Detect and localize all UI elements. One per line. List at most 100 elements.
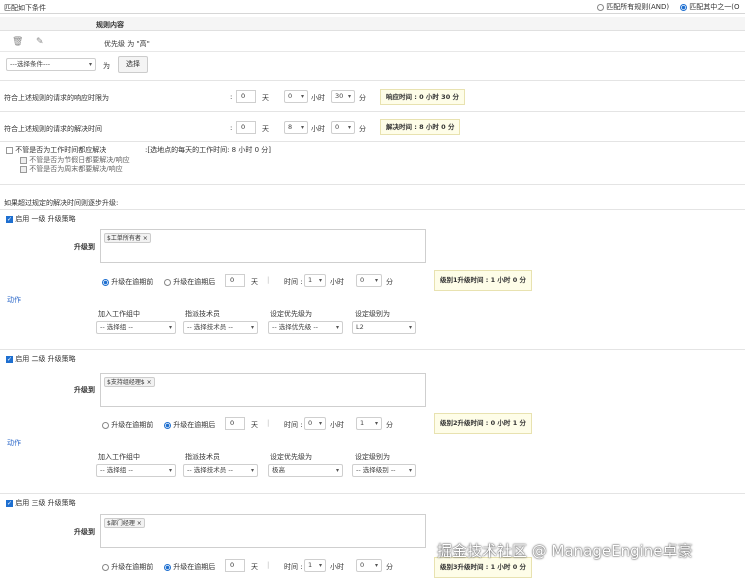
- level2-hours-select[interactable]: 0 ▾: [304, 417, 326, 430]
- match-all-radio[interactable]: [597, 3, 604, 11]
- match-all-option[interactable]: 匹配所有规则(AND): [597, 2, 669, 12]
- response-minutes-value: 30: [335, 92, 344, 100]
- level2-enable-checkbox[interactable]: [6, 355, 13, 363]
- divider: [0, 80, 745, 81]
- match-any-option[interactable]: 匹配其中之一(O: [680, 2, 739, 12]
- level3-hours-unit: 小时: [330, 563, 344, 571]
- level1-hours-value: 1: [308, 276, 313, 284]
- action-link[interactable]: 动作: [7, 438, 21, 448]
- response-label: 符合上述规则的请求的响应时限为: [4, 94, 109, 102]
- level3-before-label: 升级在逾期前: [111, 563, 154, 571]
- level3-minutes-unit: 分: [386, 563, 393, 571]
- level3-before-radio[interactable]: [102, 563, 109, 571]
- level1-after-label: 升级在逾期后: [173, 278, 216, 286]
- level1-days-input[interactable]: 0: [225, 274, 245, 287]
- level1-hours-select[interactable]: 1 ▾: [304, 274, 326, 287]
- level2-minutes-select[interactable]: 1 ▾: [356, 417, 382, 430]
- resolution-hours-select[interactable]: 8 ▾: [284, 121, 308, 134]
- level1-tech-select[interactable]: -- 选择技术员 -- ▾: [183, 321, 258, 334]
- level3-minutes-select[interactable]: 0 ▾: [356, 559, 382, 572]
- level2-enable[interactable]: 启用 二级 升级策略: [6, 354, 76, 364]
- level1-after-option[interactable]: 升级在逾期后: [164, 277, 215, 287]
- ignore-weekends-checkbox[interactable]: [20, 165, 27, 173]
- level1-enable[interactable]: 启用 一级 升级策略: [6, 214, 76, 224]
- resolution-days-input[interactable]: 0: [236, 121, 256, 134]
- level1-recipient-tag: $工单所有者 ×: [104, 233, 151, 243]
- resolution-label: 符合上述规则的请求的解决时间: [4, 125, 102, 133]
- level1-minutes-unit: 分: [386, 278, 393, 286]
- level2-days-unit: 天: [251, 421, 258, 429]
- level2-recipient-box[interactable]: $支持组经理$ ×: [100, 373, 426, 407]
- response-hours-value: 0: [288, 92, 293, 100]
- level1-enable-checkbox[interactable]: [6, 215, 13, 223]
- level2-before-option[interactable]: 升级在逾期前: [102, 420, 153, 430]
- level1-after-radio[interactable]: [164, 278, 171, 286]
- ignore-weekends-option[interactable]: 不管是否为周末都要解决/响应: [20, 164, 123, 174]
- condition-operator: 为: [103, 62, 110, 70]
- level1-recipient-text: $工单所有者: [107, 235, 141, 242]
- level3-recipient-tag: $部门经理 ×: [104, 518, 145, 528]
- edit-icon[interactable]: ✎: [36, 37, 44, 47]
- action-link[interactable]: 动作: [7, 295, 21, 305]
- level2-after-radio[interactable]: [164, 421, 171, 429]
- select-button[interactable]: 选择: [118, 56, 148, 73]
- level3-enable[interactable]: 启用 三级 升级策略: [6, 498, 76, 508]
- level2-days-input[interactable]: 0: [225, 417, 245, 430]
- level1-group-select[interactable]: -- 选择组 -- ▾: [96, 321, 176, 334]
- resolution-minutes-select[interactable]: 0 ▾: [331, 121, 355, 134]
- level2-group-select[interactable]: -- 选择组 -- ▾: [96, 464, 176, 477]
- level3-hours-select[interactable]: 1 ▾: [304, 559, 326, 572]
- rule-text: 优先级 为 "高": [104, 40, 150, 48]
- chevron-down-icon: ▾: [250, 324, 254, 331]
- chevron-down-icon: ▾: [347, 93, 351, 100]
- level3-days-input[interactable]: 0: [225, 559, 245, 572]
- response-minutes-select[interactable]: 30 ▾: [331, 90, 355, 103]
- level2-group-value: -- 选择组 --: [100, 466, 134, 474]
- level1-priority-select[interactable]: -- 选择优先级 -- ▾: [268, 321, 343, 334]
- level1-add-group-label: 加入工作组中: [98, 310, 140, 318]
- close-icon[interactable]: ×: [147, 379, 152, 386]
- response-minutes-unit: 分: [359, 94, 366, 102]
- level3-before-option[interactable]: 升级在逾期前: [102, 562, 153, 572]
- chevron-down-icon: ▾: [318, 420, 322, 427]
- level1-minutes-select[interactable]: 0 ▾: [356, 274, 382, 287]
- level1-before-radio[interactable]: [102, 278, 109, 286]
- level2-set-level-label: 设定级别为: [355, 453, 390, 461]
- level2-after-option[interactable]: 升级在逾期后: [164, 420, 215, 430]
- response-hours-select[interactable]: 0 ▾: [284, 90, 308, 103]
- level2-tech-select[interactable]: -- 选择技术员 -- ▾: [183, 464, 258, 477]
- chevron-down-icon: ▾: [300, 93, 304, 100]
- level1-escalate-to-label: 升级到: [74, 243, 95, 251]
- criteria-title: 匹配如下条件: [4, 4, 46, 12]
- chevron-down-icon: ▾: [88, 61, 92, 68]
- level2-level-value: -- 选择级别 --: [356, 466, 396, 474]
- ignore-holidays-checkbox[interactable]: [20, 156, 27, 164]
- level1-level-select[interactable]: L2 ▾: [352, 321, 416, 334]
- level3-time-label: 时间 :: [284, 563, 303, 571]
- level1-group-value: -- 选择组 --: [100, 323, 134, 331]
- close-icon[interactable]: ×: [137, 520, 142, 527]
- level2-before-label: 升级在逾期前: [111, 421, 154, 429]
- level2-priority-select[interactable]: 极高 ▾: [268, 464, 343, 477]
- response-days-input[interactable]: 0: [236, 90, 256, 103]
- level3-after-radio[interactable]: [164, 563, 171, 571]
- level3-recipient-text: $部门经理: [107, 520, 135, 527]
- level1-minutes-value: 0: [360, 276, 365, 284]
- level3-recipient-box[interactable]: $部门经理 ×: [100, 514, 426, 548]
- match-any-radio[interactable]: [680, 3, 687, 11]
- level3-after-option[interactable]: 升级在逾期后: [164, 562, 215, 572]
- level2-hours-unit: 小时: [330, 421, 344, 429]
- ignore-hours-checkbox[interactable]: [6, 146, 13, 154]
- close-icon[interactable]: ×: [143, 235, 148, 242]
- resolution-minutes-unit: 分: [359, 125, 366, 133]
- condition-select[interactable]: ---选择条件--- ▾: [6, 58, 96, 71]
- level3-enable-checkbox[interactable]: [6, 499, 13, 507]
- level1-recipient-box[interactable]: $工单所有者 ×: [100, 229, 426, 263]
- delete-icon[interactable]: 🗑: [12, 37, 23, 47]
- ignore-hours-option[interactable]: 不管是否为工作时间都应解决: [6, 145, 106, 155]
- chevron-down-icon: ▾: [318, 277, 322, 284]
- level1-before-option[interactable]: 升级在逾期前: [102, 277, 153, 287]
- resolution-hours-unit: 小时: [311, 125, 325, 133]
- level2-level-select[interactable]: -- 选择级别 -- ▾: [352, 464, 416, 477]
- level2-before-radio[interactable]: [102, 421, 109, 429]
